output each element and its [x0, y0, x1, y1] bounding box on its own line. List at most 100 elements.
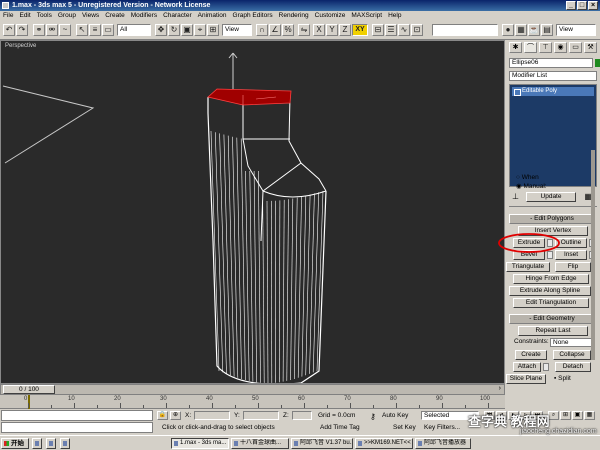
modifier-list-dropdown[interactable]: Modifier List — [509, 71, 597, 81]
menu-maxscript[interactable]: MAXScript — [351, 11, 382, 21]
maxscript-listener-white[interactable] — [1, 422, 153, 433]
menu-customize[interactable]: Customize — [315, 11, 346, 21]
lock-selection-icon[interactable]: 🔒 — [157, 411, 168, 420]
manipulate-icon[interactable]: ⌖ — [194, 24, 206, 36]
named-selection-set-dropdown[interactable] — [432, 24, 498, 36]
start-button[interactable]: 开始 — [1, 438, 29, 449]
update-button[interactable]: Update — [526, 192, 576, 202]
select-and-rotate-icon[interactable]: ↻ — [168, 24, 180, 36]
select-and-scale-icon[interactable]: ▣ — [181, 24, 193, 36]
constraints-dropdown[interactable]: None — [550, 338, 592, 347]
layers-icon[interactable]: ☰ — [385, 24, 397, 36]
update-manual-radio[interactable]: ◉ Manual: — [516, 182, 547, 190]
menu-character[interactable]: Character — [163, 11, 192, 21]
unlink-icon[interactable]: ⚮ — [46, 24, 58, 36]
menu-group[interactable]: Group — [58, 11, 76, 21]
percent-snap-icon[interactable]: % — [282, 24, 294, 36]
x-coord-field[interactable] — [194, 411, 230, 420]
bevel-settings-button[interactable] — [547, 251, 553, 259]
utilities-tab-icon[interactable]: ⚒ — [584, 42, 597, 53]
key-mode-icon[interactable]: ⚷ — [370, 412, 376, 421]
angle-snap-icon[interactable]: ∠ — [269, 24, 281, 36]
menu-animation[interactable]: Animation — [198, 11, 227, 21]
attach-button[interactable]: Attach — [513, 362, 541, 372]
edit-polygons-rollout[interactable]: - Edit Polygons — [509, 214, 595, 224]
restrict-z-icon[interactable]: Z — [339, 24, 351, 36]
create-button[interactable]: Create — [515, 350, 547, 360]
modifier-stack[interactable]: Editable Poly — [509, 84, 597, 187]
mirror-icon[interactable]: ⇋ — [298, 24, 310, 36]
command-panel-scrollbar[interactable] — [591, 150, 595, 360]
align-icon[interactable]: ⊟ — [372, 24, 384, 36]
update-when-radio[interactable]: ○ When — [516, 174, 539, 181]
restrict-y-icon[interactable]: Y — [326, 24, 338, 36]
inset-button[interactable]: Inset — [555, 250, 587, 260]
link-icon[interactable]: ⚭ — [33, 24, 45, 36]
object-color-swatch[interactable] — [595, 59, 600, 67]
maximize-button[interactable]: □ — [577, 1, 587, 10]
menu-edit[interactable]: Edit — [19, 11, 30, 21]
triangulate-button[interactable]: Triangulate — [506, 262, 550, 272]
taskbar-item-3[interactable]: 阿邱飞音 V1.37 bu... — [291, 438, 353, 449]
auto-key-button[interactable]: Auto Key — [382, 412, 408, 419]
taskbar-item-2[interactable]: 十八首金球曲... — [231, 438, 289, 449]
outline-button[interactable]: Outline — [555, 238, 587, 248]
collapse-button[interactable]: Collapse — [553, 350, 591, 360]
bind-spacewarp-icon[interactable]: ~ — [59, 24, 71, 36]
redo-icon[interactable]: ↷ — [16, 24, 28, 36]
create-tab-icon[interactable]: ✱ — [509, 42, 522, 53]
schematic-view-icon[interactable]: ⊡ — [411, 24, 423, 36]
menu-help[interactable]: Help — [388, 11, 401, 21]
reference-coord-dropdown[interactable]: View — [222, 24, 252, 36]
undo-icon[interactable]: ↶ — [3, 24, 15, 36]
taskbar-item-3dsmax[interactable]: 1.max - 3ds ma... — [171, 438, 229, 449]
material-editor-icon[interactable]: ● — [502, 24, 514, 36]
edit-triangulation-button[interactable]: Edit Triangulation — [513, 298, 589, 308]
render-scene-icon[interactable]: ▦ — [515, 24, 527, 36]
insert-vertex-button[interactable]: Insert Vertex — [518, 226, 588, 236]
close-button[interactable]: × — [588, 1, 598, 10]
restrict-x-icon[interactable]: X — [313, 24, 325, 36]
taskbar-item-4[interactable]: >>KM169.NET<< — [355, 438, 413, 449]
absolute-mode-icon[interactable]: ⊕ — [170, 411, 181, 420]
attach-list-button[interactable] — [543, 363, 549, 371]
stack-item-editable-poly[interactable]: Editable Poly — [512, 87, 594, 96]
menu-file[interactable]: File — [3, 11, 13, 21]
render-type-icon[interactable]: ▤ — [541, 24, 553, 36]
time-slider-arrow-icon[interactable]: › — [499, 385, 501, 392]
bevel-button[interactable]: Bevel — [513, 250, 545, 260]
select-object-icon[interactable]: ↖ — [76, 24, 88, 36]
minimize-button[interactable]: _ — [566, 1, 576, 10]
time-slider-thumb[interactable]: 0 / 100 — [3, 385, 55, 394]
menu-create[interactable]: Create — [105, 11, 125, 21]
object-name-field[interactable]: Ellipse06 — [509, 58, 593, 68]
taskbar-item-5[interactable]: 阿邱飞音播放器 — [415, 438, 471, 449]
hinge-from-edge-button[interactable]: Hinge From Edge — [513, 274, 589, 284]
hierarchy-tab-icon[interactable]: ⊤ — [539, 42, 552, 53]
quick-launch-ie-icon[interactable] — [46, 438, 56, 449]
modify-tab-icon[interactable]: ⌒ — [524, 42, 537, 53]
z-coord-field[interactable] — [292, 411, 312, 420]
repeat-last-button[interactable]: Repeat Last — [518, 326, 588, 336]
flip-button[interactable]: Flip — [555, 262, 591, 272]
add-time-tag-button[interactable]: Add Time Tag — [320, 424, 360, 431]
select-by-name-icon[interactable]: ≡ — [89, 24, 101, 36]
region-select-icon[interactable]: ▭ — [102, 24, 114, 36]
set-key-button[interactable]: Set Key — [393, 424, 416, 431]
edit-geometry-rollout[interactable]: - Edit Geometry — [509, 314, 595, 324]
quick-render-icon[interactable]: ☕ — [528, 24, 540, 36]
menu-modifiers[interactable]: Modifiers — [131, 11, 157, 21]
menu-graph-editors[interactable]: Graph Editors — [233, 11, 273, 21]
key-filters-button[interactable]: Key Filters... — [424, 424, 460, 431]
render-view-dropdown[interactable]: View — [556, 24, 596, 36]
display-tab-icon[interactable]: ▭ — [569, 42, 582, 53]
menu-views[interactable]: Views — [82, 11, 99, 21]
detach-button[interactable]: Detach — [555, 362, 591, 372]
split-checkbox[interactable]: ▪ Split — [554, 375, 571, 382]
quick-launch-icon[interactable] — [32, 438, 42, 449]
time-slider[interactable]: 0 / 100 › — [0, 384, 505, 395]
select-and-move-icon[interactable]: ✥ — [155, 24, 167, 36]
maxscript-listener-pink[interactable] — [1, 410, 153, 421]
snap-icon[interactable]: ∩ — [256, 24, 268, 36]
slice-plane-button[interactable]: Slice Plane — [506, 374, 546, 384]
